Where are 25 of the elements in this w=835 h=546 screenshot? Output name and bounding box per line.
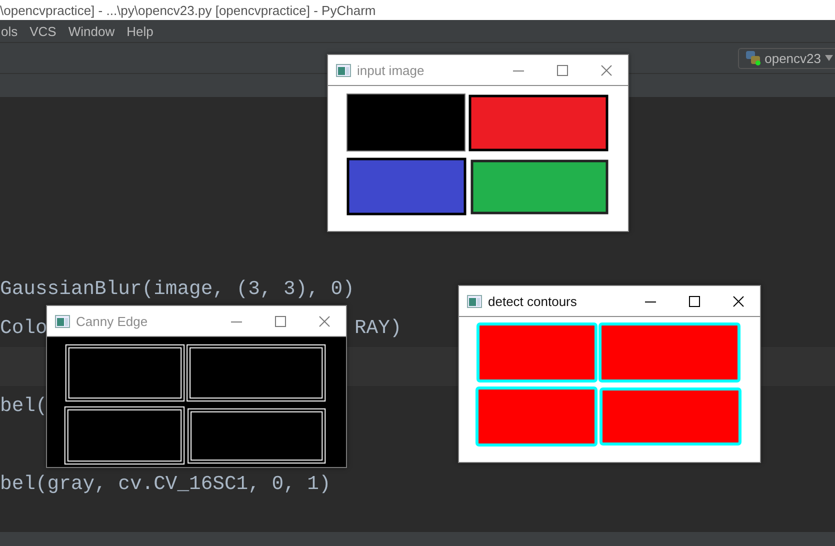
code-line: RAY)	[354, 316, 402, 338]
maximize-icon	[688, 296, 700, 306]
close-icon	[318, 316, 330, 326]
maximize-icon	[274, 316, 286, 326]
maximize-icon	[556, 64, 568, 76]
run-config-dropdown[interactable]: opencv23	[738, 48, 835, 68]
window-title: Canny Edge	[76, 314, 149, 328]
menu-item[interactable]: ols	[0, 24, 19, 38]
close-icon	[732, 296, 744, 306]
window-title: detect contours	[488, 294, 578, 308]
window-title: \opencvpractice] - ...\py\opencv23.py [opencvpractice] - PyCharm	[0, 2, 376, 18]
window-title: input image	[357, 62, 426, 78]
menu-item[interactable]: Window	[67, 24, 116, 38]
caret-icon	[825, 55, 833, 61]
menu-item[interactable]: Help	[126, 24, 154, 38]
python-icon	[744, 50, 761, 66]
code-line: bel(	[0, 394, 48, 416]
window-icon	[55, 314, 70, 328]
code-line: GaussianBlur(image, (3, 3), 0)	[0, 278, 354, 300]
window-icon	[336, 64, 351, 76]
code-line: Colo	[0, 316, 48, 338]
window-icon	[467, 294, 482, 308]
close-icon	[600, 64, 612, 76]
code-line: bel(gray, cv.CV_16SC1, 0, 1)	[0, 472, 331, 494]
menu-item[interactable]: VCS	[28, 24, 58, 38]
